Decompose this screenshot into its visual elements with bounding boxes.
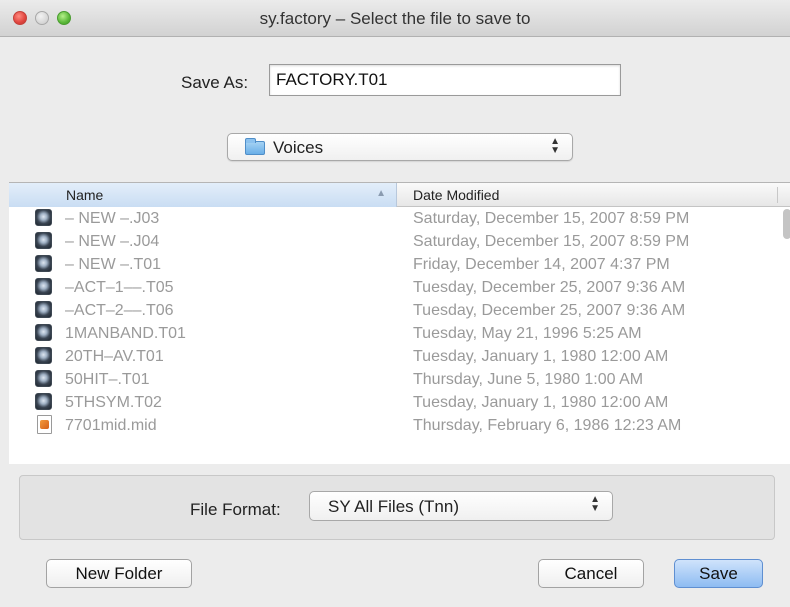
- file-row[interactable]: 5THSYM.T02 Tuesday, January 1, 1980 12:0…: [9, 391, 790, 414]
- save-as-label: Save As:: [181, 73, 249, 92]
- column-header-name[interactable]: Name ▲: [9, 183, 397, 207]
- sort-ascending-icon: ▲: [376, 188, 386, 199]
- file-row[interactable]: 7701mid.mid Thursday, February 6, 1986 1…: [9, 414, 790, 437]
- disk-image-icon: [35, 278, 52, 295]
- file-date: Saturday, December 15, 2007 8:59 PM: [413, 233, 690, 250]
- file-name: 50HIT–.T01: [65, 371, 150, 388]
- file-name: – NEW –.T01: [65, 256, 162, 273]
- file-name: 5THSYM.T02: [65, 394, 162, 411]
- file-name: 20TH–AV.T01: [65, 348, 164, 365]
- file-date: Tuesday, December 25, 2007 9:36 AM: [413, 302, 686, 319]
- file-row[interactable]: 1MANBAND.T01 Tuesday, May 21, 1996 5:25 …: [9, 322, 790, 345]
- file-date: Thursday, February 6, 1986 12:23 AM: [413, 417, 682, 434]
- popup-arrows-icon: ▲ ▼: [590, 494, 600, 514]
- file-name: –ACT–1––.T05: [65, 279, 174, 296]
- file-row[interactable]: – NEW –.T01 Friday, December 14, 2007 4:…: [9, 253, 790, 276]
- file-row[interactable]: –ACT–2––.T06 Tuesday, December 25, 2007 …: [9, 299, 790, 322]
- disk-image-icon: [35, 393, 52, 410]
- file-rows: – NEW –.J03 Saturday, December 15, 2007 …: [9, 207, 790, 437]
- title-bar: sy.factory – Select the file to save to: [0, 0, 790, 37]
- file-name: 7701mid.mid: [65, 417, 157, 434]
- file-list[interactable]: Name ▲ Date Modified – NEW –.J03 Saturda…: [9, 182, 790, 464]
- folder-popup[interactable]: Voices ▲ ▼: [227, 133, 573, 161]
- cancel-button[interactable]: Cancel: [538, 559, 644, 588]
- file-row[interactable]: –ACT–1––.T05 Tuesday, December 25, 2007 …: [9, 276, 790, 299]
- window-title: sy.factory – Select the file to save to: [259, 9, 531, 28]
- midi-file-icon: [37, 415, 52, 434]
- folder-icon: [245, 138, 265, 155]
- file-name: – NEW –.J04: [65, 233, 160, 250]
- list-header: Name ▲ Date Modified: [9, 183, 790, 207]
- file-date: Tuesday, January 1, 1980 12:00 AM: [413, 348, 669, 365]
- disk-image-icon: [35, 347, 52, 364]
- file-date: Tuesday, December 25, 2007 9:36 AM: [413, 279, 686, 296]
- disk-image-icon: [35, 370, 52, 387]
- column-divider: [777, 187, 778, 203]
- file-row[interactable]: 20TH–AV.T01 Tuesday, January 1, 1980 12:…: [9, 345, 790, 368]
- file-date: Saturday, December 15, 2007 8:59 PM: [413, 210, 690, 227]
- save-button[interactable]: Save: [674, 559, 763, 588]
- popup-arrows-icon: ▲ ▼: [550, 136, 560, 156]
- disk-image-icon: [35, 324, 52, 341]
- new-folder-button[interactable]: New Folder: [46, 559, 192, 588]
- column-name-label: Name: [66, 187, 104, 203]
- file-name: – NEW –.J03: [65, 210, 160, 227]
- file-name: 1MANBAND.T01: [65, 325, 186, 342]
- file-row[interactable]: 50HIT–.T01 Thursday, June 5, 1980 1:00 A…: [9, 368, 790, 391]
- file-date: Tuesday, January 1, 1980 12:00 AM: [413, 394, 669, 411]
- column-header-date-modified[interactable]: Date Modified: [413, 187, 499, 203]
- file-format-popup[interactable]: SY All Files (Tnn) ▲ ▼: [309, 491, 613, 521]
- file-format-panel: File Format: SY All Files (Tnn) ▲ ▼: [19, 475, 775, 540]
- file-date: Thursday, June 5, 1980 1:00 AM: [413, 371, 644, 388]
- disk-image-icon: [35, 209, 52, 226]
- file-row[interactable]: – NEW –.J03 Saturday, December 15, 2007 …: [9, 207, 790, 230]
- disk-image-icon: [35, 255, 52, 272]
- file-row[interactable]: – NEW –.J04 Saturday, December 15, 2007 …: [9, 230, 790, 253]
- file-date: Friday, December 14, 2007 4:37 PM: [413, 256, 670, 273]
- file-format-value: SY All Files (Tnn): [328, 497, 460, 516]
- folder-name: Voices: [273, 138, 324, 157]
- disk-image-icon: [35, 232, 52, 249]
- save-as-input[interactable]: [269, 64, 621, 96]
- vertical-scrollbar[interactable]: [783, 209, 790, 239]
- file-format-label: File Format:: [190, 500, 281, 519]
- file-date: Tuesday, May 21, 1996 5:25 AM: [413, 325, 642, 342]
- file-name: –ACT–2––.T06: [65, 302, 174, 319]
- disk-image-icon: [35, 301, 52, 318]
